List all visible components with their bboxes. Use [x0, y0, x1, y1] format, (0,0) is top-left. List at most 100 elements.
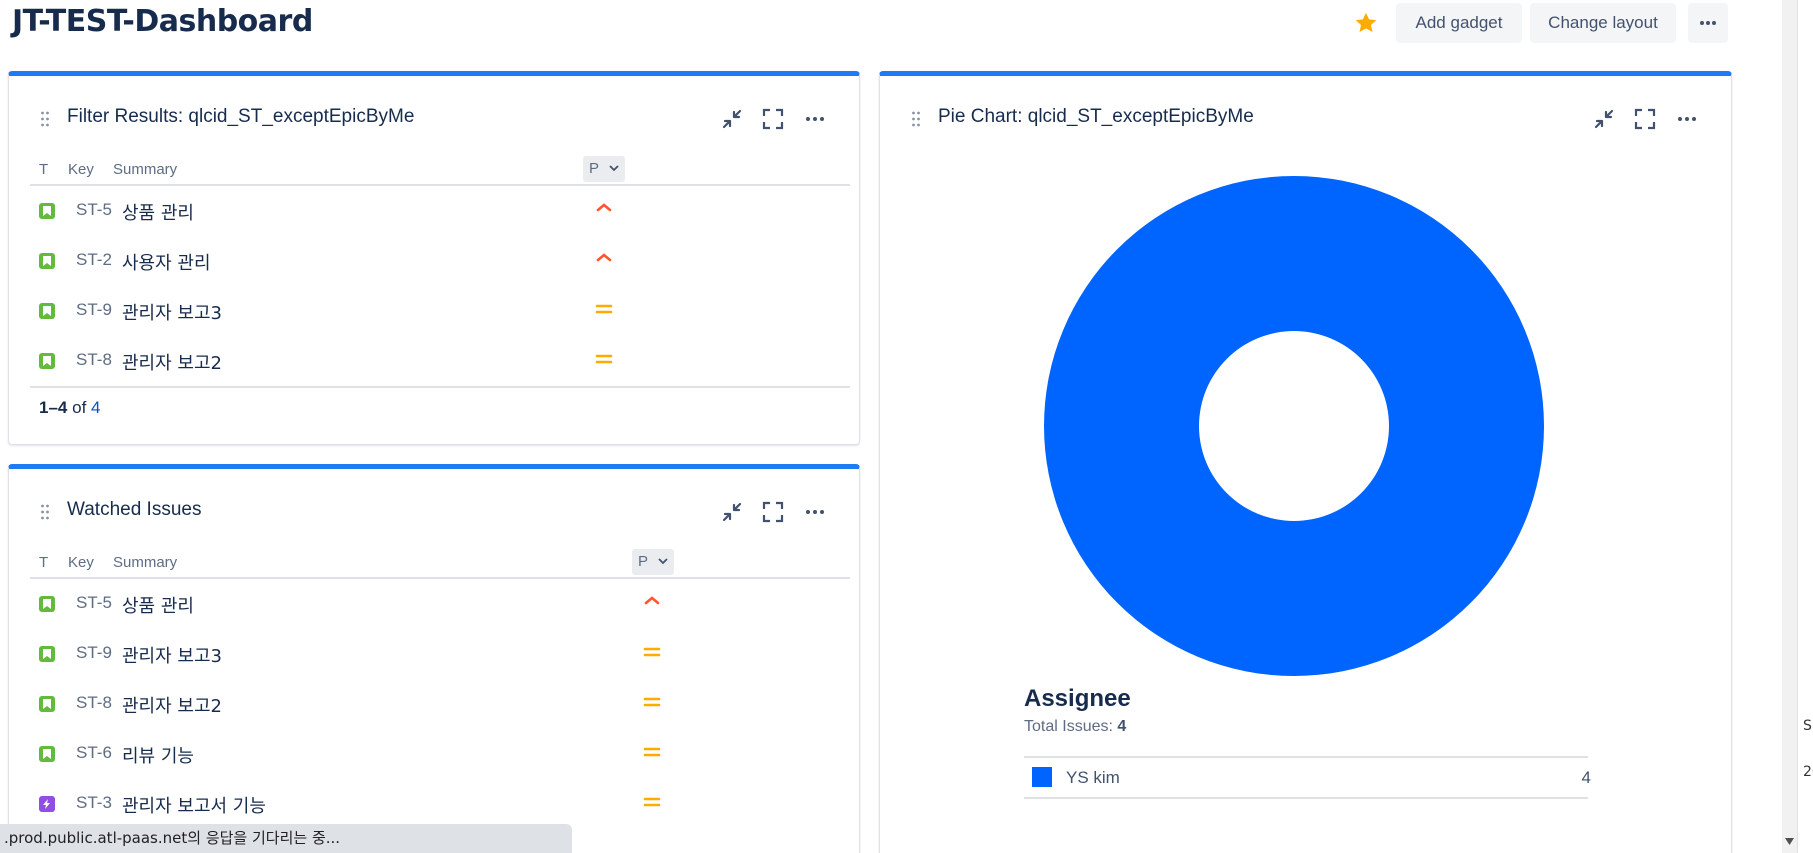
table-row[interactable]: ST-9 관리자 보고3 — [30, 629, 850, 679]
column-type-header[interactable]: T — [39, 161, 48, 178]
drag-handle-icon[interactable] — [40, 504, 50, 520]
pager-of: of — [72, 398, 87, 417]
table-row[interactable]: ST-3 관리자 보고서 기능 — [30, 779, 850, 829]
fullscreen-icon[interactable] — [1633, 107, 1657, 131]
table-row[interactable]: ST-9 관리자 보고3 — [30, 286, 850, 336]
issue-summary-link[interactable]: 리뷰 기능 — [122, 742, 194, 768]
priority-medium-icon — [595, 304, 613, 314]
pie-chart — [1044, 176, 1544, 676]
legend-item-name[interactable]: YS kim — [1066, 768, 1120, 788]
priority-high-icon — [644, 596, 660, 605]
issue-key-link[interactable]: ST-9 — [76, 643, 112, 663]
issue-key-link[interactable]: ST-3 — [76, 793, 112, 813]
story-icon — [39, 746, 55, 762]
issue-summary-link[interactable]: 관리자 보고3 — [122, 299, 222, 325]
legend-divider — [1024, 797, 1588, 799]
legend-item-count: 4 — [1581, 768, 1591, 787]
story-icon — [39, 303, 55, 319]
priority-high-icon — [596, 253, 612, 262]
legend-total: Total Issues: 4 — [1024, 718, 1126, 736]
legend-swatch — [1032, 767, 1052, 787]
legend-divider — [1024, 756, 1588, 758]
gadget-title: Watched Issues — [67, 499, 202, 520]
side-panel-text: S — [1803, 718, 1812, 734]
column-key-header[interactable]: Key — [68, 161, 94, 178]
issue-summary-link[interactable]: 관리자 보고3 — [122, 642, 222, 668]
total-value: 4 — [1117, 718, 1127, 735]
scroll-down-icon[interactable] — [1785, 838, 1794, 845]
issue-key-link[interactable]: ST-9 — [76, 300, 112, 320]
column-summary-header[interactable]: Summary — [113, 161, 177, 178]
total-label: Total Issues: — [1024, 718, 1113, 735]
fullscreen-icon[interactable] — [761, 107, 785, 131]
priority-medium-icon — [643, 747, 661, 757]
issue-key-link[interactable]: ST-5 — [76, 593, 112, 613]
priority-medium-icon — [643, 797, 661, 807]
priority-header-label: P — [638, 553, 649, 570]
column-key-header[interactable]: Key — [68, 554, 94, 571]
pager-range: 1–4 — [39, 398, 68, 417]
issue-key-link[interactable]: ST-6 — [76, 743, 112, 763]
column-summary-header[interactable]: Summary — [113, 554, 177, 571]
minimize-icon[interactable] — [1592, 107, 1616, 131]
issue-summary-link[interactable]: 관리자 보고서 기능 — [122, 792, 266, 818]
dashboard-more-button[interactable] — [1688, 3, 1728, 43]
pie-chart-gadget: Pie Chart: qlcid_ST_exceptEpicByMe Assig… — [879, 71, 1732, 853]
gadget-title: Pie Chart: qlcid_ST_exceptEpicByMe — [938, 106, 1254, 127]
fullscreen-icon[interactable] — [761, 500, 785, 524]
issue-summary-link[interactable]: 사용자 관리 — [122, 249, 211, 275]
filter-results-gadget: Filter Results: qlcid_ST_exceptEpicByMe … — [8, 71, 860, 445]
epic-icon — [39, 796, 55, 812]
star-icon[interactable] — [1353, 10, 1379, 36]
legend-title: Assignee — [1024, 685, 1131, 712]
priority-medium-icon — [643, 697, 661, 707]
drag-handle-icon[interactable] — [40, 111, 50, 127]
column-priority-header[interactable]: P — [632, 549, 674, 575]
gadget-title: Filter Results: qlcid_ST_exceptEpicByMe — [67, 106, 415, 127]
pie-slice[interactable] — [1044, 176, 1544, 676]
story-icon — [39, 253, 55, 269]
priority-header-label: P — [589, 160, 600, 177]
minimize-icon[interactable] — [720, 500, 744, 524]
pagination: 1–4 of 4 — [39, 398, 101, 418]
priority-high-icon — [596, 203, 612, 212]
column-priority-header[interactable]: P — [583, 156, 625, 182]
pager-total-link[interactable]: 4 — [91, 398, 100, 417]
issue-key-link[interactable]: ST-2 — [76, 250, 112, 270]
issue-key-link[interactable]: ST-5 — [76, 200, 112, 220]
table-row[interactable]: ST-2 사용자 관리 — [30, 236, 850, 286]
gadget-more-icon[interactable] — [803, 107, 827, 131]
gadget-more-icon[interactable] — [803, 500, 827, 524]
story-icon — [39, 353, 55, 369]
issue-summary-link[interactable]: 상품 관리 — [122, 592, 194, 618]
story-icon — [39, 696, 55, 712]
drag-handle-icon[interactable] — [911, 111, 921, 127]
vertical-scrollbar[interactable] — [1782, 0, 1797, 853]
add-gadget-button[interactable]: Add gadget — [1396, 3, 1522, 43]
story-icon — [39, 596, 55, 612]
chevron-down-icon — [609, 165, 619, 172]
issue-key-link[interactable]: ST-8 — [76, 693, 112, 713]
issue-summary-link[interactable]: 관리자 보고2 — [122, 692, 222, 718]
minimize-icon[interactable] — [720, 107, 744, 131]
change-layout-button[interactable]: Change layout — [1530, 3, 1676, 43]
issue-summary-link[interactable]: 상품 관리 — [122, 199, 194, 225]
more-icon — [1700, 21, 1716, 25]
side-panel-text: 20 — [1803, 764, 1813, 780]
table-row[interactable]: ST-5 상품 관리 — [30, 579, 850, 629]
table-row[interactable]: ST-8 관리자 보고2 — [30, 679, 850, 729]
issue-key-link[interactable]: ST-8 — [76, 350, 112, 370]
table-row[interactable]: ST-5 상품 관리 — [30, 186, 850, 236]
column-type-header[interactable]: T — [39, 554, 48, 571]
table-row[interactable]: ST-8 관리자 보고2 — [30, 336, 850, 386]
gadget-more-icon[interactable] — [1675, 107, 1699, 131]
priority-medium-icon — [643, 647, 661, 657]
story-icon — [39, 646, 55, 662]
chevron-down-icon — [658, 558, 668, 565]
issue-summary-link[interactable]: 관리자 보고2 — [122, 349, 222, 375]
table-row[interactable]: ST-6 리뷰 기능 — [30, 729, 850, 779]
priority-medium-icon — [595, 354, 613, 364]
watched-issues-gadget: Watched Issues T Key Summary P ST-5 상품 관리… — [8, 464, 860, 853]
page-title: JT-TEST-Dashboard — [12, 4, 313, 39]
browser-status-bar: .prod.public.atl-paas.net의 응답을 기다리는 중... — [0, 824, 572, 853]
